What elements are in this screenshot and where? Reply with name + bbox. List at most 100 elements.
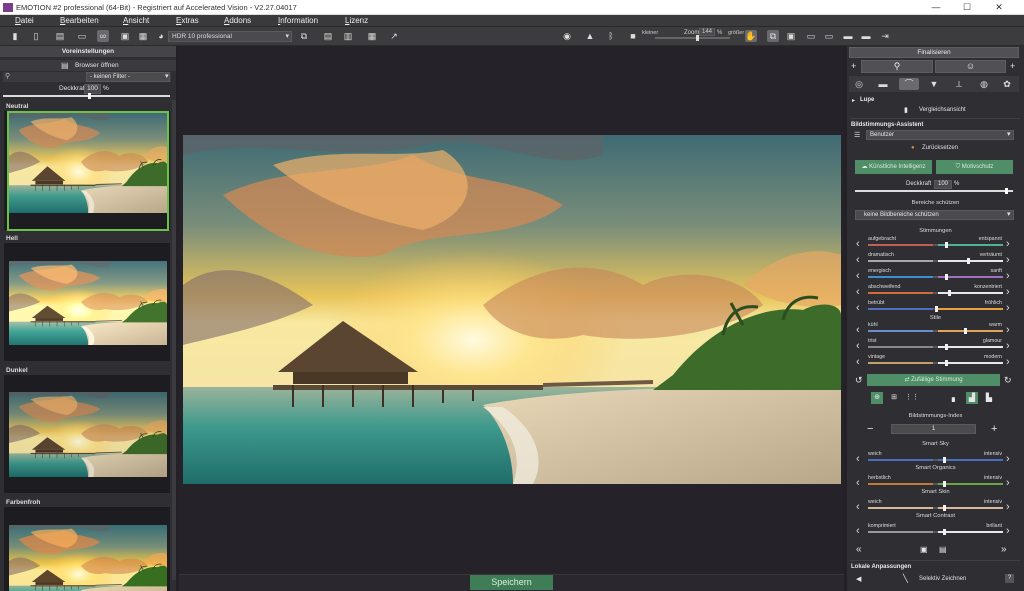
minimize-button[interactable]: — [921,1,951,14]
collapse-left-icon[interactable]: « [856,544,862,555]
selective-draw-button[interactable]: Selektiv Zeichnen [919,576,966,582]
chevron-right-icon[interactable]: › [1006,502,1010,513]
menu-extras[interactable]: Extras [176,16,199,25]
menu-datei[interactable]: Datei [15,16,34,25]
full-view-icon[interactable]: ▣ [785,30,797,42]
slider-knob[interactable] [945,344,949,350]
add-icon[interactable]: + [851,61,856,71]
chevron-right-icon[interactable]: › [1006,287,1010,298]
chevron-right-icon[interactable]: › [1006,271,1010,282]
preset-load-icon[interactable]: ▤ [322,30,334,42]
maximize-button[interactable]: ☐ [952,1,982,14]
browser-open-button[interactable]: Browser öffnen [75,62,119,69]
chevron-left-icon[interactable]: ‹ [856,255,860,266]
open-folder-icon[interactable]: ▤ [54,30,66,42]
slider-knob[interactable] [945,242,949,248]
preset-thumbnail[interactable] [9,392,167,477]
preset-scrollbar[interactable] [172,100,176,580]
finalize-button[interactable]: Finalisieren [849,47,1019,58]
eye-icon[interactable]: ◉ [561,30,573,42]
slider-knob[interactable] [942,505,946,511]
menu-addons[interactable]: Addons [224,16,251,25]
reset-button[interactable]: Zurücksetzen [922,145,958,151]
mood-slider[interactable] [868,360,1003,366]
chevron-left-icon[interactable]: ‹ [856,303,860,314]
chat-icon[interactable]: ▬ [842,30,854,42]
curve-icon[interactable]: ↗ [388,30,400,42]
tab-settings-icon[interactable]: ◎ [853,78,865,90]
collapse-lupe-icon[interactable]: ▸ [852,97,855,104]
preset-save-icon[interactable]: ▥ [342,30,354,42]
ai-button[interactable]: ☁ Künstliche Intelligenz [855,160,932,174]
chevron-right-icon[interactable]: › [1006,478,1010,489]
main-image[interactable] [183,135,841,484]
print-icon[interactable]: ▦ [137,30,149,42]
chevron-right-icon[interactable]: › [1006,325,1010,336]
bars-low-icon[interactable]: ▖ [949,392,961,404]
bars-high-icon[interactable]: ▙ [983,392,995,404]
preset-menu-icon[interactable]: ⧉ [298,30,310,42]
mood-slider[interactable] [868,306,1003,312]
chevron-right-icon[interactable]: › [1006,454,1010,465]
filter-select[interactable]: - keinen Filter - [86,72,170,82]
slider-knob[interactable] [948,290,951,296]
help-icon[interactable]: ? [1005,574,1014,583]
zoom-slider-knob[interactable] [696,35,699,41]
hand-icon[interactable]: ✋ [745,30,757,42]
compare-view-button[interactable]: Vergleichsansicht [919,107,966,113]
mood-slider[interactable] [868,457,1003,463]
random-mood-button[interactable]: ⇄ Zufällige Stimmung [867,374,1000,386]
mood-slider[interactable] [868,505,1003,511]
bookmark-icon[interactable]: ▤ [939,545,947,554]
mood-slider[interactable] [868,529,1003,535]
tab-curve-icon[interactable]: ⌒ [899,78,919,90]
chevron-left-icon[interactable]: ‹ [856,357,860,368]
chevron-right-icon[interactable]: › [1006,255,1010,266]
chevron-right-icon[interactable]: › [1006,239,1010,250]
slider-knob[interactable] [942,457,946,463]
redo-icon[interactable]: ↻ [1004,375,1012,386]
slider-knob[interactable] [942,529,946,535]
export-icon[interactable]: ⇥ [879,30,891,42]
zoom-slider[interactable] [655,37,730,39]
delete-icon[interactable]: ▣ [920,545,928,554]
protect-select[interactable]: keine Bildbereiche schützen [855,210,1014,220]
slider-knob[interactable] [966,258,970,264]
zoom-search-icon[interactable]: ⚲ [861,60,933,73]
mood-slider[interactable] [868,274,1003,280]
undo-icon[interactable]: ↺ [855,375,863,386]
preset-thumbnail[interactable] [9,525,167,591]
chevron-right-icon[interactable]: › [1006,357,1010,368]
preset-info-icon[interactable]: ▦ [366,30,378,42]
grid-view-1-icon[interactable]: ⊕ [871,392,883,404]
right-opacity-knob[interactable] [1005,188,1008,194]
mood-slider[interactable] [868,344,1003,350]
preset-select[interactable]: HDR 10 professional [168,31,292,42]
chevron-left-icon[interactable]: ‹ [856,478,860,489]
chevron-right-icon[interactable]: › [1006,526,1010,537]
tab-effects-icon[interactable]: ✿ [1001,78,1013,90]
tab-palette-icon[interactable]: ▼ [928,78,940,90]
opacity-input[interactable]: 100 [84,84,101,94]
index-input[interactable]: 1 [891,424,976,434]
view-icon-1[interactable]: ▭ [805,30,817,42]
mood-slider[interactable] [868,290,1003,296]
slider-knob[interactable] [942,481,946,487]
bluetooth-icon[interactable]: ᛒ [605,30,617,42]
chevron-left-icon[interactable]: ‹ [856,325,860,336]
chevron-right-icon[interactable]: › [1006,303,1010,314]
save-icon[interactable]: ▣ [119,30,131,42]
chevron-left-icon[interactable]: ‹ [856,287,860,298]
chevron-left-icon[interactable]: ‹ [856,239,860,250]
mood-slider[interactable] [868,258,1003,264]
chevron-left-icon[interactable]: ‹ [856,502,860,513]
slider-knob[interactable] [964,328,968,334]
link-icon[interactable]: ∞ [97,30,109,42]
chevron-left-icon[interactable]: ‹ [856,271,860,282]
mood-slider[interactable] [868,328,1003,334]
close-button[interactable]: ✕ [984,1,1014,14]
user-select[interactable]: Benutzer [866,130,1014,140]
tab-tone-icon[interactable]: ⟂ [953,78,965,90]
share-icon[interactable]: ◕ [155,30,167,42]
opacity-slider-knob[interactable] [88,93,91,99]
